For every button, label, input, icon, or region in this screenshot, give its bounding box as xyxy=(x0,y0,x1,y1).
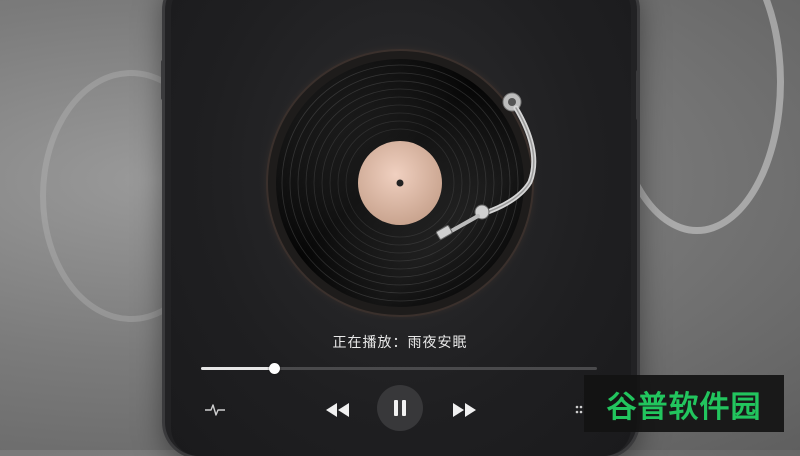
pause-button[interactable] xyxy=(377,385,423,431)
now-playing-title: 正在播放：雨夜安眠 xyxy=(332,335,468,351)
waveform-icon[interactable] xyxy=(203,398,227,422)
vinyl-record-turntable xyxy=(260,43,540,320)
pause-icon xyxy=(394,400,406,416)
watermark-text: 谷普软件园 xyxy=(606,389,762,425)
fast-forward-icon[interactable] xyxy=(450,398,480,422)
progress-bar[interactable] xyxy=(201,363,597,374)
progress-fill xyxy=(201,367,275,370)
rewind-icon[interactable] xyxy=(322,398,352,422)
watermark-banner: 谷普软件园 xyxy=(584,375,784,432)
progress-knob[interactable] xyxy=(269,363,281,374)
